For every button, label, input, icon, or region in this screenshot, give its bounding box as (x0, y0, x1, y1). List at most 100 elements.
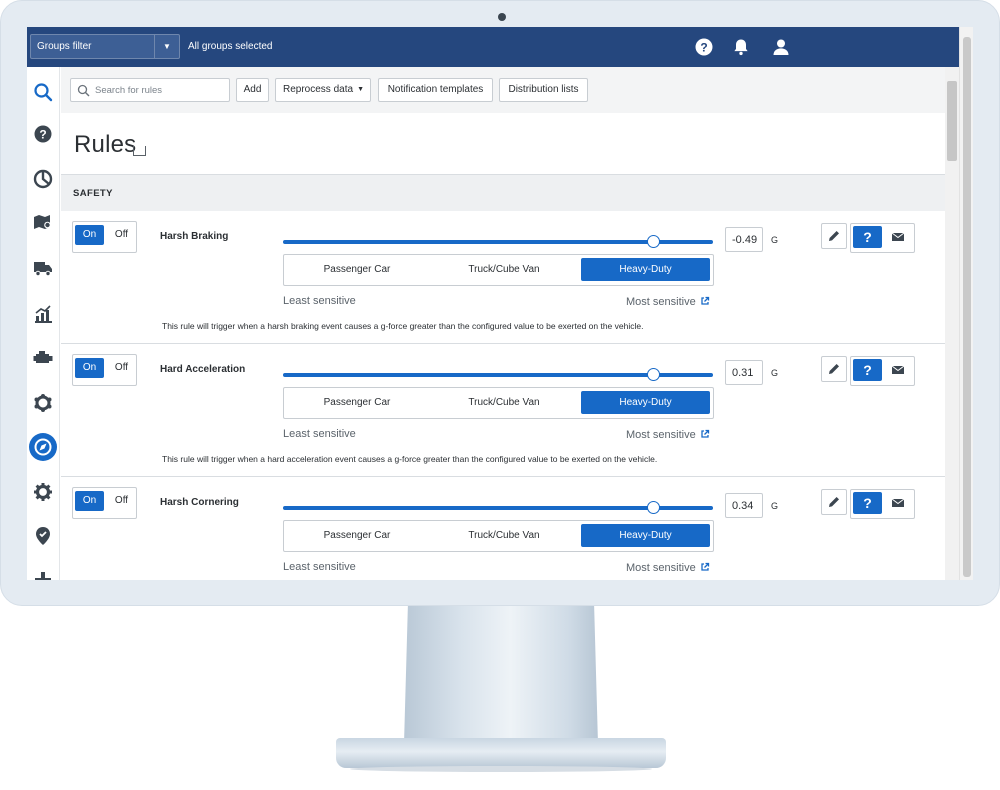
rule-action-group: ? (850, 489, 915, 519)
bell-icon[interactable] (731, 37, 751, 57)
gear-icon[interactable] (32, 481, 54, 503)
settings-cog-icon[interactable] (32, 392, 54, 414)
vehicle-option-passenger-car[interactable]: Passenger Car (286, 258, 428, 281)
window-scrollbar-thumb[interactable] (963, 37, 971, 577)
edit-rule-button[interactable] (821, 356, 847, 382)
vehicle-type-selector: Passenger Car Truck/Cube Van Heavy-Duty (283, 254, 714, 286)
engine-icon[interactable] (32, 347, 54, 369)
rule-description: This rule will trigger when a hard accel… (162, 454, 658, 464)
monitor-stand-neck (404, 606, 598, 744)
toggle-off-button[interactable]: Off (107, 491, 136, 511)
content-scrollbar-thumb[interactable] (947, 81, 957, 161)
rule-toggle[interactable]: On Off (72, 354, 137, 386)
rule-help-button[interactable]: ? (853, 492, 882, 514)
svg-text:?: ? (700, 41, 707, 55)
external-link-icon[interactable] (700, 296, 710, 306)
toggle-on-button[interactable]: On (75, 358, 104, 378)
groups-filter-dropdown[interactable]: Groups filter ▼ (30, 34, 180, 59)
reprocess-data-label: Reprocess data (283, 84, 354, 95)
vehicle-option-heavy-duty[interactable]: Heavy-Duty (581, 391, 710, 414)
title-checkbox-icon[interactable] (133, 146, 146, 156)
groups-filter-label: Groups filter (37, 41, 92, 52)
vehicle-option-passenger-car[interactable]: Passenger Car (286, 524, 428, 547)
pie-chart-icon[interactable] (32, 168, 54, 190)
rule-email-button[interactable] (887, 494, 909, 512)
rules-page-content: Add Reprocess data ▼ Notification templa… (61, 67, 959, 580)
location-icon[interactable] (32, 525, 54, 547)
webcam-dot (498, 13, 506, 21)
truck-icon[interactable] (32, 257, 54, 279)
vehicle-option-truck-cube-van[interactable]: Truck/Cube Van (433, 524, 575, 547)
most-sensitive-text: Most sensitive (626, 562, 696, 574)
rule-description: This rule will trigger when a harsh brak… (162, 321, 644, 331)
edit-rule-button[interactable] (821, 223, 847, 249)
search-rules-field[interactable] (70, 78, 230, 102)
toggle-on-button[interactable]: On (75, 225, 104, 245)
toggle-off-button[interactable]: Off (107, 225, 136, 245)
rule-help-button[interactable]: ? (853, 359, 882, 381)
vehicle-option-heavy-duty[interactable]: Heavy-Duty (581, 258, 710, 281)
envelope-icon (891, 498, 905, 507)
app-screen: Groups filter ▼ All groups selected ? ? (27, 27, 973, 580)
vehicle-type-selector: Passenger Car Truck/Cube Van Heavy-Duty (283, 387, 714, 419)
toggle-off-button[interactable]: Off (107, 358, 136, 378)
search-icon[interactable] (32, 81, 54, 103)
help-circle-icon[interactable]: ? (32, 123, 54, 145)
sensitivity-slider[interactable] (283, 235, 713, 248)
content-scrollbar[interactable] (945, 67, 959, 580)
sensitivity-slider[interactable] (283, 368, 713, 381)
caret-down-icon: ▼ (357, 86, 364, 93)
map-pin-icon[interactable] (32, 212, 54, 234)
most-sensitive-label[interactable]: Most sensitive (626, 561, 710, 574)
sensitivity-slider[interactable] (283, 501, 713, 514)
vehicle-option-truck-cube-van[interactable]: Truck/Cube Van (433, 391, 575, 414)
stand-shadow (350, 766, 652, 772)
pencil-icon (829, 497, 839, 507)
rule-email-button[interactable] (887, 228, 909, 246)
notification-templates-button[interactable]: Notification templates (378, 78, 493, 102)
rule-value-input[interactable] (725, 360, 763, 385)
rule-row-hard-acceleration: On Off Hard Acceleration Passenger Car Tr… (61, 344, 945, 477)
rule-value-input[interactable] (725, 493, 763, 518)
most-sensitive-label[interactable]: Most sensitive (626, 428, 710, 441)
add-rule-button[interactable]: Add (236, 78, 269, 102)
least-sensitive-label: Least sensitive (283, 295, 356, 307)
external-link-icon[interactable] (700, 429, 710, 439)
least-sensitive-label: Least sensitive (283, 561, 356, 573)
vehicle-option-heavy-duty[interactable]: Heavy-Duty (581, 524, 710, 547)
vehicle-option-passenger-car[interactable]: Passenger Car (286, 391, 428, 414)
search-rules-input[interactable] (95, 82, 225, 98)
pencil-icon (829, 231, 839, 241)
section-header-safety: SAFETY (61, 174, 945, 211)
rule-help-button[interactable]: ? (853, 226, 882, 248)
rule-email-button[interactable] (887, 361, 909, 379)
toggle-on-button[interactable]: On (75, 491, 104, 511)
rule-toggle[interactable]: On Off (72, 221, 137, 253)
reprocess-data-dropdown[interactable]: Reprocess data ▼ (275, 78, 371, 102)
rule-name: Harsh Cornering (160, 497, 239, 508)
plus-icon[interactable] (32, 569, 54, 580)
slider-handle[interactable] (646, 235, 660, 248)
rule-value-input[interactable] (725, 227, 763, 252)
sidebar-navigation: ? (27, 67, 60, 580)
slider-handle[interactable] (646, 501, 660, 514)
external-link-icon[interactable] (700, 562, 710, 572)
help-icon[interactable]: ? (694, 37, 714, 57)
distribution-lists-button[interactable]: Distribution lists (499, 78, 588, 102)
compass-icon[interactable] (29, 433, 57, 461)
vehicle-option-truck-cube-van[interactable]: Truck/Cube Van (433, 258, 575, 281)
user-icon[interactable] (771, 37, 791, 57)
least-sensitive-label: Least sensitive (283, 428, 356, 440)
chevron-down-icon[interactable]: ▼ (154, 35, 179, 58)
most-sensitive-label[interactable]: Most sensitive (626, 295, 710, 308)
edit-rule-button[interactable] (821, 489, 847, 515)
envelope-icon (891, 365, 905, 374)
window-scrollbar[interactable] (959, 27, 973, 580)
slider-handle[interactable] (646, 368, 660, 381)
rule-toggle[interactable]: On Off (72, 487, 137, 519)
rule-unit-label: G (771, 235, 779, 245)
rule-name: Hard Acceleration (160, 364, 246, 375)
bar-chart-icon[interactable] (32, 303, 54, 325)
search-icon (77, 84, 90, 97)
groups-status-text: All groups selected (188, 41, 273, 52)
